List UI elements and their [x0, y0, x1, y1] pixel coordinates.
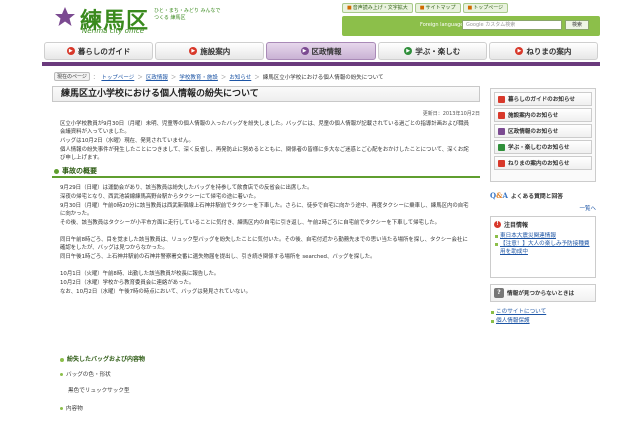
updated-date: 更新日：2013年10月2日 — [422, 111, 480, 117]
exclamation-icon: ! — [494, 221, 501, 228]
arrow-circle-icon: ▶ — [515, 47, 524, 55]
nav-underline — [42, 62, 600, 66]
arrow-circle-icon: ▶ — [300, 47, 309, 55]
overview-line: 9月29日（日曜）は運動会があり、該当教員は紛失したバッグを持参して飲食店での反… — [60, 185, 313, 191]
site-info-links: このサイトについて 個人情報保護 — [490, 308, 596, 326]
arrow-circle-icon: ▶ — [404, 47, 413, 55]
attention-link-vaccination[interactable]: 【注意！】大人の楽しみ予防接種費用を助成中 — [494, 240, 592, 256]
overview-line: 10月1日（火曜）午前8時、出勤した該当教員が校長に報告した。 — [60, 271, 220, 277]
contents-label: 内容物 — [60, 404, 83, 412]
overview-line: その後、該当教員はタクシーが小平市方面に走行していることに気付き、練馬区内の自宅… — [60, 220, 441, 226]
news-category-box: 暮らしのガイドのお知らせ 施設案内のお知らせ 区政情報のお知らせ 学ぶ・楽しむの… — [490, 88, 596, 182]
nav-guide[interactable]: ▶ 暮らしのガイド — [44, 42, 154, 60]
breadcrumb-separator: ＞ — [170, 74, 177, 81]
breadcrumb-link-schools[interactable]: 学校教育・施設 — [179, 73, 218, 81]
sub-heading-bag: 紛失したバッグおよび内容物 — [60, 354, 145, 363]
arrow-circle-icon: ▶ — [189, 47, 198, 55]
global-nav: ▶ 暮らしのガイド ▶ 施設案内 ▶ 区政情報 ▶ 学ぶ・楽しむ ▶ ねりまの案… — [42, 42, 600, 60]
breadcrumb-separator: ＞ — [254, 74, 260, 81]
overview-line: 同日午後1時ごろ、上石神井駅前の石神井警察署交番に遺失物届を提出し、引き続き関係… — [60, 254, 376, 260]
news-link-learning[interactable]: 学ぶ・楽しむのお知らせ — [494, 140, 592, 154]
search-input[interactable]: Google カスタム検索 — [462, 20, 562, 30]
bag-description: 黒色でリュックサック型 — [68, 388, 130, 394]
nav-facilities[interactable]: ▶ 施設案内 — [155, 42, 265, 60]
nav-administration[interactable]: ▶ 区政情報 — [266, 42, 376, 60]
site-header: 練馬区 Nerima city office ひと・まち・みどり みんなでつくる… — [42, 0, 600, 40]
bullet-icon — [60, 407, 63, 410]
faq-link[interactable]: Q&A よくある質問と回答 — [490, 188, 596, 202]
category-icon — [498, 159, 505, 167]
news-link-about[interactable]: ねりまの案内のお知らせ — [494, 156, 592, 170]
breadcrumb-label: 現在のページ — [54, 72, 90, 81]
news-link-administration[interactable]: 区政情報のお知らせ — [494, 124, 592, 138]
sitemap-icon: ■ — [419, 5, 425, 11]
utility-links: ■音声読み上げ・文字拡大 ■サイトマップ ■トップページ — [342, 3, 509, 15]
news-link-guide[interactable]: 暮らしのガイドのお知らせ — [494, 92, 592, 106]
not-found-help-button[interactable]: ? 情報が見つからないときは — [490, 284, 596, 302]
breadcrumb-separator: ＞ — [137, 74, 143, 81]
search-help-icon: ? — [494, 288, 504, 298]
sitemap-link[interactable]: ■サイトマップ — [414, 3, 461, 13]
attention-link-earthquake[interactable]: 東日本大震災関連情報 — [494, 232, 592, 240]
news-link-facilities[interactable]: 施設案内のお知らせ — [494, 108, 592, 122]
accessibility-link[interactable]: ■音声読み上げ・文字拡大 — [342, 3, 413, 13]
nav-about-nerima[interactable]: ▶ ねりまの案内 — [488, 42, 599, 60]
home-icon: ■ — [467, 5, 473, 11]
page-title: 練馬区立小学校における個人情報の紛失について — [52, 86, 480, 102]
about-site-link[interactable]: このサイトについて — [490, 308, 596, 317]
bag-label: バッグの色・形状 — [60, 370, 111, 378]
category-icon — [498, 127, 505, 135]
overview-line: 9月30日（月曜）午前0時20分に該当教員は西武新宿線上石神井駅前でタクシーを下… — [60, 203, 469, 218]
category-icon — [498, 143, 505, 151]
foreign-language-link[interactable]: Foreign language — [420, 22, 463, 28]
attention-box: ! 注目情報 東日本大震災関連情報 【注意！】大人の楽しみ予防接種費用を助成中 — [490, 216, 596, 278]
intro-paragraph: バッグは10月2日（水曜）現在、発見されていません。 — [60, 138, 194, 144]
home-link[interactable]: ■トップページ — [462, 3, 509, 13]
breadcrumb-link-administration[interactable]: 区政情報 — [146, 73, 168, 81]
breadcrumb-link-top[interactable]: トップページ — [101, 73, 134, 81]
breadcrumb-current: 練馬区立小学校における個人情報の紛失について — [262, 74, 384, 81]
intro-paragraph: 個人情報の紛失事件が発生したことにつきまして、深く反省し、再発防止に努めるととも… — [60, 147, 469, 162]
speaker-icon: ■ — [347, 5, 352, 11]
city-emblem-icon — [55, 7, 75, 26]
nav-learning[interactable]: ▶ 学ぶ・楽しむ — [377, 42, 487, 60]
attention-title: ! 注目情報 — [494, 220, 592, 229]
breadcrumb: 現在のページ ： トップページ ＞ 区政情報 ＞ 学校教育・施設 ＞ お知らせ … — [54, 72, 594, 81]
overview-line: 同日午前8時ごろ、目を覚ました該当教員は、リュック型バッグを紛失したことに気付い… — [60, 237, 468, 252]
bullet-icon — [60, 357, 64, 362]
section-title-overview: 事故の概要 — [52, 166, 480, 178]
bullet-icon — [60, 373, 63, 376]
page-frame: 練馬区 Nerima city office ひと・まち・みどり みんなでつくる… — [42, 0, 600, 426]
overview-line: 10月2日（水曜）学校から教育委員会に連絡があった。 — [60, 280, 195, 286]
breadcrumb-separator: ＞ — [220, 74, 227, 81]
breadcrumb-link-news[interactable]: お知らせ — [229, 73, 251, 81]
category-icon — [498, 95, 505, 103]
logo-tagline: ひと・まち・みどり みんなでつくる 練馬区 — [154, 8, 221, 21]
qa-icon: Q&A — [490, 190, 508, 200]
faq-list-link[interactable]: 一覧へ — [490, 204, 596, 212]
breadcrumb-separator: ： — [92, 74, 99, 81]
privacy-link[interactable]: 個人情報保護 — [490, 317, 596, 326]
logo-subtitle: Nerima city office — [82, 27, 145, 35]
search-button[interactable]: 検索 — [565, 20, 589, 30]
intro-paragraph: 区立小学校教員が9月30日（月曜）未明、児童等の個人情報の入ったバッグを紛失しま… — [60, 121, 469, 136]
category-icon — [498, 111, 505, 119]
overview-line: 深夜の帰宅となり、西武池袋線練馬高野台駅からタクシーにて帰宅の途に着いた。 — [60, 194, 260, 200]
arrow-circle-icon: ▶ — [66, 47, 75, 55]
overview-line: なお、10月2日（水曜）午後7時の時点において、バッグは発見されていない。 — [60, 289, 252, 295]
